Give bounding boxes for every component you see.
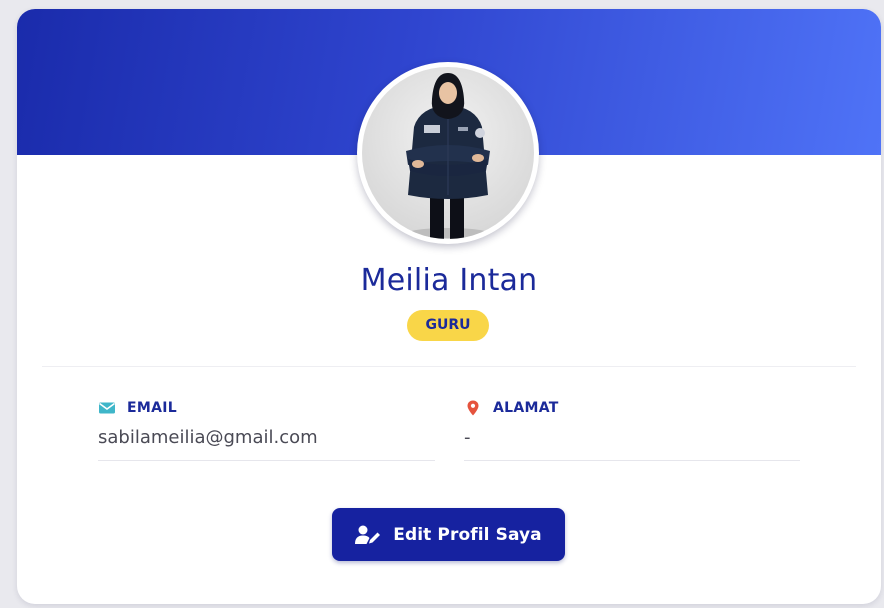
avatar-photo xyxy=(406,73,490,239)
profile-page: Meilia Intan GURU EMAIL sabilameilia@gma… xyxy=(0,0,884,608)
email-underline xyxy=(98,460,435,461)
edit-profile-label[interactable]: Edit Profil Saya xyxy=(393,525,542,545)
alamat-field: ALAMAT - xyxy=(464,399,800,461)
edit-profile-button[interactable]: Edit Profil Saya xyxy=(332,508,565,561)
section-divider xyxy=(42,366,856,367)
envelope-icon xyxy=(98,400,116,416)
avatar-frame xyxy=(357,62,539,244)
alamat-value: - xyxy=(464,427,471,448)
email-label: EMAIL xyxy=(127,400,177,416)
profile-name: Meilia Intan xyxy=(360,263,538,298)
alamat-underline xyxy=(464,460,800,461)
email-field: EMAIL sabilameilia@gmail.com xyxy=(98,399,435,461)
alamat-label: ALAMAT xyxy=(493,400,559,416)
profile-card: Meilia Intan GURU EMAIL sabilameilia@gma… xyxy=(17,9,881,604)
email-label-row: EMAIL xyxy=(98,399,177,417)
email-value: sabilameilia@gmail.com xyxy=(98,427,318,448)
map-marker-icon xyxy=(464,400,482,416)
avatar xyxy=(362,67,534,239)
role-badge: GURU xyxy=(407,310,489,341)
user-edit-icon xyxy=(355,525,381,545)
alamat-label-row: ALAMAT xyxy=(464,399,559,417)
